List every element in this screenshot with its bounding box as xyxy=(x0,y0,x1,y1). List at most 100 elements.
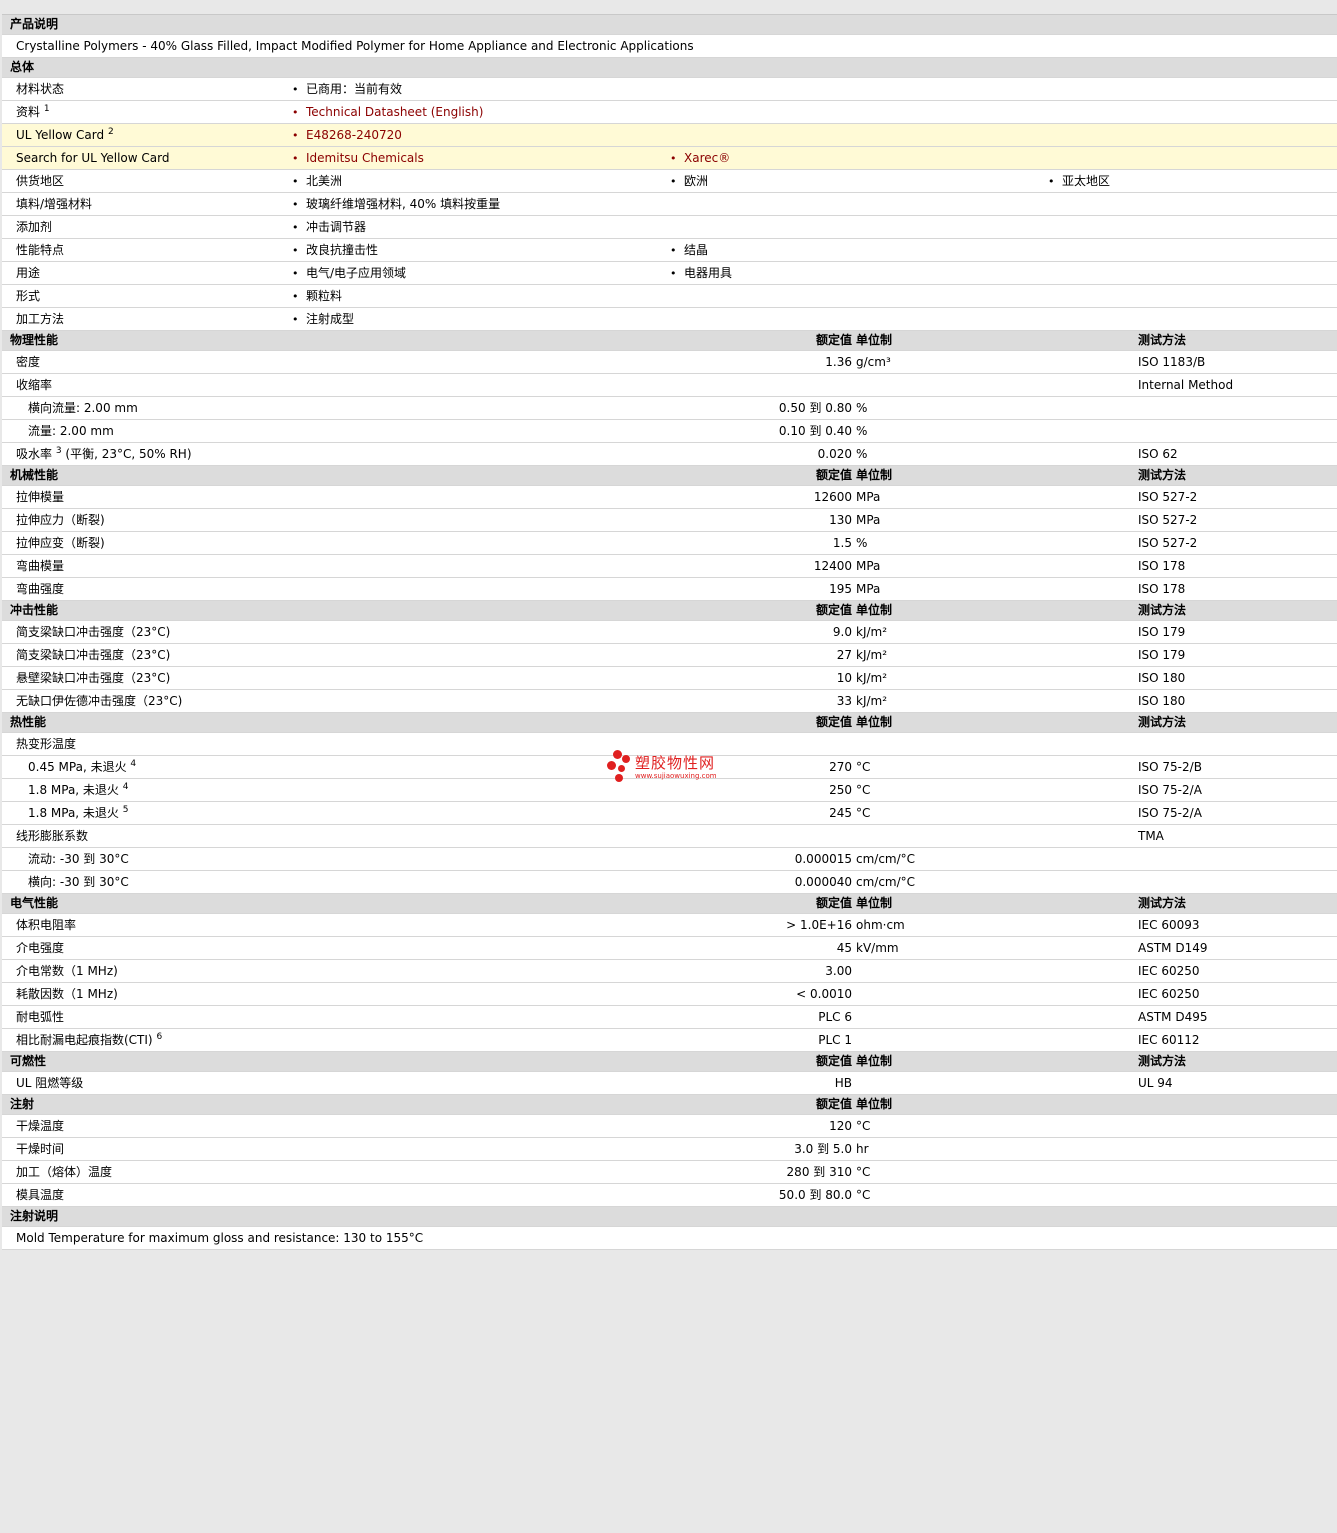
row-label: 干燥温度 xyxy=(16,1119,65,1133)
property-row: 相比耐漏电起痕指数(CTI) 6 PLC 1 IEC 60112 xyxy=(2,1029,1337,1052)
row-method: ISO 178 xyxy=(1138,582,1186,596)
row-method: IEC 60112 xyxy=(1138,1033,1200,1047)
row-value: 0.000015 xyxy=(794,852,852,866)
row-method: ISO 180 xyxy=(1138,671,1186,685)
footnote-mark: 4 xyxy=(122,782,129,792)
row-label: 线形膨胀系数 xyxy=(16,829,89,843)
row-unit: kJ/m² xyxy=(856,694,888,708)
general-row: 用途 电气/电子应用领域 电器用具 xyxy=(2,262,1337,285)
row-value: 27 xyxy=(836,648,852,662)
general-row: 加工方法 注射成型 xyxy=(2,308,1337,331)
row-unit: % xyxy=(856,536,868,550)
property-row: 拉伸模量 12600 MPa ISO 527-2 xyxy=(2,486,1337,509)
col-head-unit: 单位制 xyxy=(856,896,893,910)
property-row: 简支梁缺口冲击强度（23°C) 27 kJ/m² ISO 179 xyxy=(2,644,1337,667)
bullet-value: 欧洲 xyxy=(670,170,708,193)
row-value: 1.5 xyxy=(832,536,852,550)
general-row: 添加剂 冲击调节器 xyxy=(2,216,1337,239)
col-head-method: 测试方法 xyxy=(1138,603,1187,617)
row-label: 弯曲强度 xyxy=(16,582,65,596)
property-row: UL 阻燃等级 HB UL 94 xyxy=(2,1072,1337,1095)
section-title: 总体 xyxy=(10,60,35,74)
footnote-mark: 6 xyxy=(156,1032,163,1042)
col-head-value: 额定值 xyxy=(815,1054,852,1068)
brand-link[interactable]: Xarec® xyxy=(670,147,730,170)
row-label: 简支梁缺口冲击强度（23°C) xyxy=(16,625,171,639)
property-row: 耗散因数（1 MHz) < 0.0010 IEC 60250 xyxy=(2,983,1337,1006)
row-label: 无缺口伊佐德冲击强度（23°C) xyxy=(16,694,183,708)
row-value: 10 xyxy=(836,671,852,685)
row-unit: °C xyxy=(856,1188,871,1202)
section-header-mechanical: 机械性能 额定值 单位制 测试方法 xyxy=(2,466,1337,486)
row-method: ISO 179 xyxy=(1138,625,1186,639)
row-value: 3.00 xyxy=(825,964,852,978)
section-header-injection: 注射 额定值 单位制 xyxy=(2,1095,1337,1115)
section-title: 热性能 xyxy=(10,715,47,729)
row-unit: kV/mm xyxy=(856,941,899,955)
row-label: 介电常数（1 MHz) xyxy=(16,964,118,978)
col-head-unit: 单位制 xyxy=(856,1097,893,1111)
ul-yellow-card-link[interactable]: E48268-240720 xyxy=(292,124,402,147)
row-label: 弯曲模量 xyxy=(16,559,65,573)
bullet-value: 冲击调节器 xyxy=(292,216,366,239)
property-row: 横向: -30 到 30°C 0.000040 cm/cm/°C xyxy=(2,871,1337,894)
row-method: ISO 1183/B xyxy=(1138,355,1206,369)
row-value: > 1.0E+16 xyxy=(786,918,852,932)
note-text: Mold Temperature for maximum gloss and r… xyxy=(16,1231,424,1245)
property-row: 干燥温度 120 °C xyxy=(2,1115,1337,1138)
property-row: 耐电弧性 PLC 6 ASTM D495 xyxy=(2,1006,1337,1029)
row-method: ISO 75-2/A xyxy=(1138,783,1202,797)
row-value: < 0.0010 xyxy=(796,987,852,1001)
section-header-impact: 冲击性能 额定值 单位制 测试方法 xyxy=(2,601,1337,621)
section-header-injection-note: 注射说明 xyxy=(2,1207,1337,1227)
section-title: 物理性能 xyxy=(10,333,59,347)
row-unit: % xyxy=(856,447,868,461)
row-label: 密度 xyxy=(16,355,41,369)
row-value: PLC 1 xyxy=(818,1033,852,1047)
row-method: ISO 527-2 xyxy=(1138,490,1198,504)
row-unit: kJ/m² xyxy=(856,648,888,662)
row-label: 耐电弧性 xyxy=(16,1010,65,1024)
row-label: 材料状态 xyxy=(16,82,65,96)
row-unit: % xyxy=(856,424,868,438)
property-row: 模具温度 50.0 到 80.0 °C xyxy=(2,1184,1337,1207)
section-title: 冲击性能 xyxy=(10,603,59,617)
row-method: ISO 178 xyxy=(1138,559,1186,573)
company-link[interactable]: Idemitsu Chemicals xyxy=(292,147,424,170)
section-title: 注射说明 xyxy=(10,1209,59,1223)
row-label: 拉伸应力（断裂) xyxy=(16,513,105,527)
description-text: Crystalline Polymers - 40% Glass Filled,… xyxy=(16,39,694,53)
row-value: 0.000040 xyxy=(794,875,852,889)
row-value: 0.020 xyxy=(817,447,852,461)
row-value: 50.0 到 80.0 xyxy=(778,1188,852,1202)
general-row: 性能特点 改良抗撞击性 结晶 xyxy=(2,239,1337,262)
row-label: 性能特点 xyxy=(16,243,65,257)
datasheet-link[interactable]: Technical Datasheet (English) xyxy=(292,101,483,124)
property-row: 弯曲模量 12400 MPa ISO 178 xyxy=(2,555,1337,578)
property-row: 体积电阻率 > 1.0E+16 ohm·cm IEC 60093 xyxy=(2,914,1337,937)
row-label: 耗散因数（1 MHz) xyxy=(16,987,118,1001)
row-label: 介电强度 xyxy=(16,941,65,955)
section-title: 机械性能 xyxy=(10,468,59,482)
property-row: 悬壁梁缺口冲击强度（23°C) 10 kJ/m² ISO 180 xyxy=(2,667,1337,690)
property-row: 简支梁缺口冲击强度（23°C) 9.0 kJ/m² ISO 179 xyxy=(2,621,1337,644)
row-unit: hr xyxy=(856,1142,869,1156)
general-row: UL Yellow Card 2 E48268-240720 xyxy=(2,124,1337,147)
row-unit: kJ/m² xyxy=(856,625,888,639)
property-row: 1.8 MPa, 未退火 5 245 °C ISO 75-2/A xyxy=(2,802,1337,825)
row-label: 填料/增强材料 xyxy=(16,197,93,211)
section-title: 电气性能 xyxy=(10,896,59,910)
row-label: 0.45 MPa, 未退火 4 xyxy=(28,759,137,775)
row-label: 收缩率 xyxy=(16,378,53,392)
col-head-method: 测试方法 xyxy=(1138,715,1187,729)
row-unit: kJ/m² xyxy=(856,671,888,685)
row-label: 悬壁梁缺口冲击强度（23°C) xyxy=(16,671,171,685)
bullet-value: 玻璃纤维增强材料, 40% 填料按重量 xyxy=(292,193,500,216)
general-row: Search for UL Yellow Card Idemitsu Chemi… xyxy=(2,147,1337,170)
row-value: 0.10 到 0.40 xyxy=(778,424,852,438)
row-label: UL Yellow Card 2 xyxy=(16,127,114,143)
row-method: ASTM D495 xyxy=(1138,1010,1208,1024)
property-row: 横向流量: 2.00 mm 0.50 到 0.80 % xyxy=(2,397,1337,420)
section-header-general: 总体 xyxy=(2,58,1337,78)
general-row: 资料 1 Technical Datasheet (English) xyxy=(2,101,1337,124)
